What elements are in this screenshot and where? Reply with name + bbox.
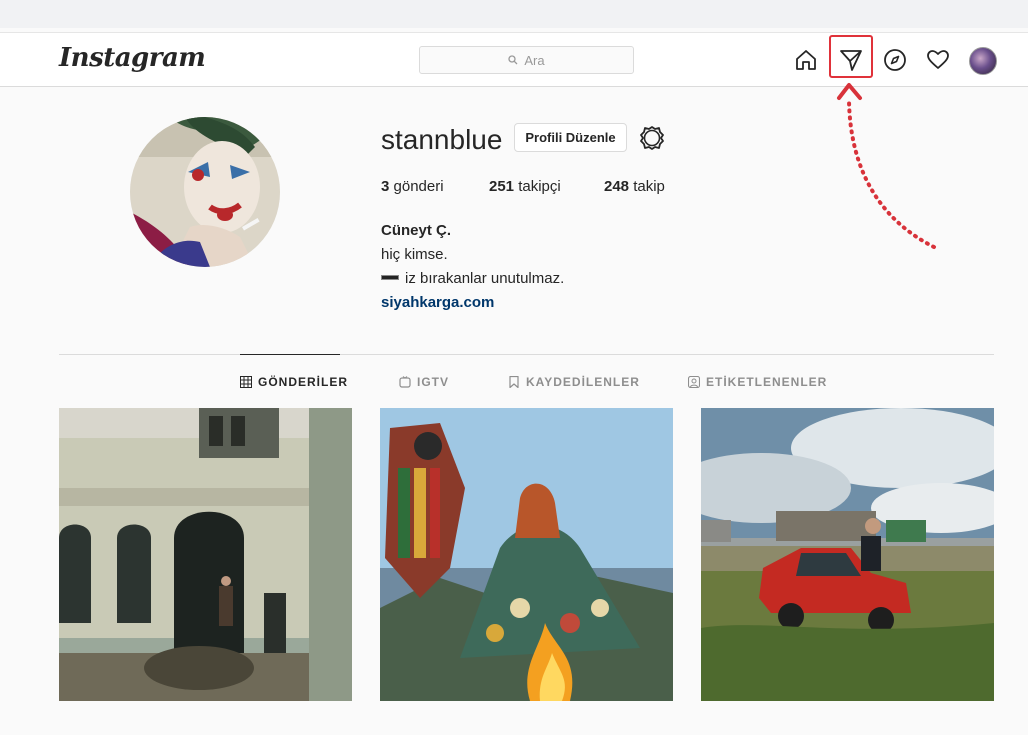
search-icon: [508, 55, 518, 65]
abandoned-building-photo: [59, 408, 352, 701]
profile-stats: 3 gönderi 251 takipçi 248 takip: [381, 178, 665, 195]
direct-message-icon[interactable]: [838, 47, 864, 73]
posts-label: gönderi: [393, 178, 444, 195]
post-thumbnail-abandoned-building[interactable]: [59, 408, 352, 701]
instagram-logo[interactable]: Instagram: [59, 43, 206, 73]
bio-full-name: Cüneyt Ç.: [381, 222, 452, 239]
igtv-icon: [399, 376, 411, 388]
followers-count: 251: [489, 178, 515, 195]
tab-saved-label: KAYDEDİLENLER: [526, 375, 640, 389]
top-navigation-bar: Instagram Ara: [0, 32, 1028, 87]
tab-igtv[interactable]: IGTV: [399, 375, 449, 389]
followers-label: takipçi: [518, 178, 561, 195]
home-icon[interactable]: [793, 47, 819, 73]
explore-icon[interactable]: [882, 47, 908, 73]
followers-stat[interactable]: 251 takipçi: [489, 178, 604, 195]
tab-posts[interactable]: GÖNDERİLER: [240, 375, 348, 389]
tagged-person-icon: [688, 376, 700, 388]
bio-website-link[interactable]: siyahkarga.com: [381, 294, 494, 311]
following-label: takip: [633, 178, 665, 195]
following-count: 248: [604, 178, 630, 195]
profile-username: stannblue: [381, 124, 503, 155]
settings-gear-icon[interactable]: [638, 124, 666, 152]
post-thumbnail-red-car[interactable]: [701, 408, 994, 701]
post-thumbnail-costume-fire[interactable]: [380, 408, 673, 701]
active-tab-indicator: [240, 354, 340, 355]
posts-count-stat: 3 gönderi: [381, 178, 489, 195]
search-input[interactable]: Ara: [419, 46, 634, 74]
tab-tagged-label: ETİKETLENENLER: [706, 375, 828, 389]
following-stat[interactable]: 248 takip: [604, 178, 665, 195]
edit-profile-button[interactable]: Profili Düzenle: [514, 123, 627, 152]
tab-saved[interactable]: KAYDEDİLENLER: [508, 375, 640, 389]
bookmark-icon: [509, 376, 519, 388]
browser-toolbar-strip: [0, 0, 1028, 28]
posts-count: 3: [381, 178, 390, 195]
profile-bio: Cüneyt Ç. hiç kimse. iz bırakanlar unutu…: [381, 219, 564, 315]
red-car-field-photo: [701, 408, 994, 701]
profile-picture[interactable]: [130, 117, 280, 267]
grid-icon: [240, 376, 252, 388]
activity-heart-icon[interactable]: [925, 47, 951, 73]
bio-line-2: iz bırakanlar unutulmaz.: [405, 270, 565, 287]
colorful-costume-fire-photo: [380, 408, 673, 701]
bio-line-1: hiç kimse.: [381, 246, 448, 263]
profile-photo-joker: [130, 117, 280, 267]
tab-tagged[interactable]: ETİKETLENENLER: [688, 375, 827, 389]
tabs-divider: [59, 354, 994, 355]
tab-posts-label: GÖNDERİLER: [258, 375, 349, 389]
bio-bar-icon: [381, 275, 399, 280]
profile-avatar[interactable]: [969, 47, 997, 75]
search-placeholder: Ara: [524, 52, 545, 68]
bio-line-2-row: iz bırakanlar unutulmaz.: [381, 267, 564, 291]
tab-igtv-label: IGTV: [417, 375, 450, 389]
